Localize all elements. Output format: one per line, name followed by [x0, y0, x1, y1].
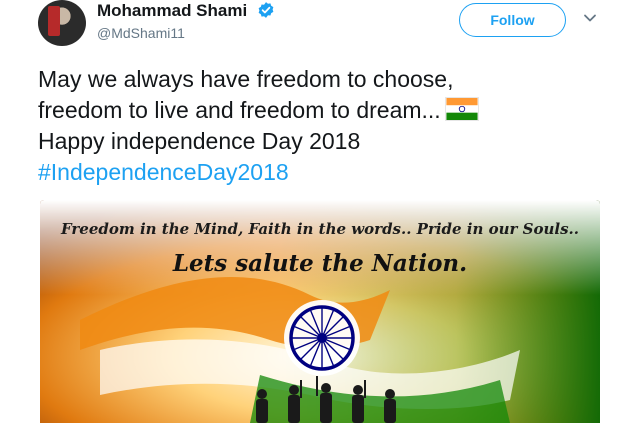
follow-button[interactable]: Follow: [459, 3, 566, 37]
tweet-line: Happy independence Day 2018: [38, 128, 361, 154]
tweet-line-with-flag: freedom to live and freedom to dream...: [38, 95, 618, 126]
image-caption-main: Lets salute the Nation.: [172, 250, 468, 277]
tweet-header: Mohammad Shami @MdShami11 Follow: [38, 0, 608, 48]
user-handle[interactable]: @MdShami11: [97, 25, 185, 41]
user-name-row[interactable]: Mohammad Shami: [97, 1, 275, 21]
indian-flag-icon: [444, 97, 479, 121]
tweet-line: freedom to live and freedom to dream...: [38, 97, 441, 123]
image-caption-top: Freedom in the Mind, Faith in the words.…: [60, 220, 579, 238]
hashtag-link[interactable]: #IndependenceDay2018: [38, 157, 618, 188]
verified-badge-icon: [258, 2, 274, 18]
tweet-text: May we always have freedom to choose, fr…: [38, 64, 618, 188]
chevron-down-icon[interactable]: [582, 10, 598, 26]
tweet-line: May we always have freedom to choose,: [38, 66, 454, 92]
avatar[interactable]: [38, 0, 86, 46]
user-name[interactable]: Mohammad Shami: [97, 1, 247, 20]
tweet-media-image[interactable]: Freedom in the Mind, Faith in the words.…: [40, 200, 600, 423]
